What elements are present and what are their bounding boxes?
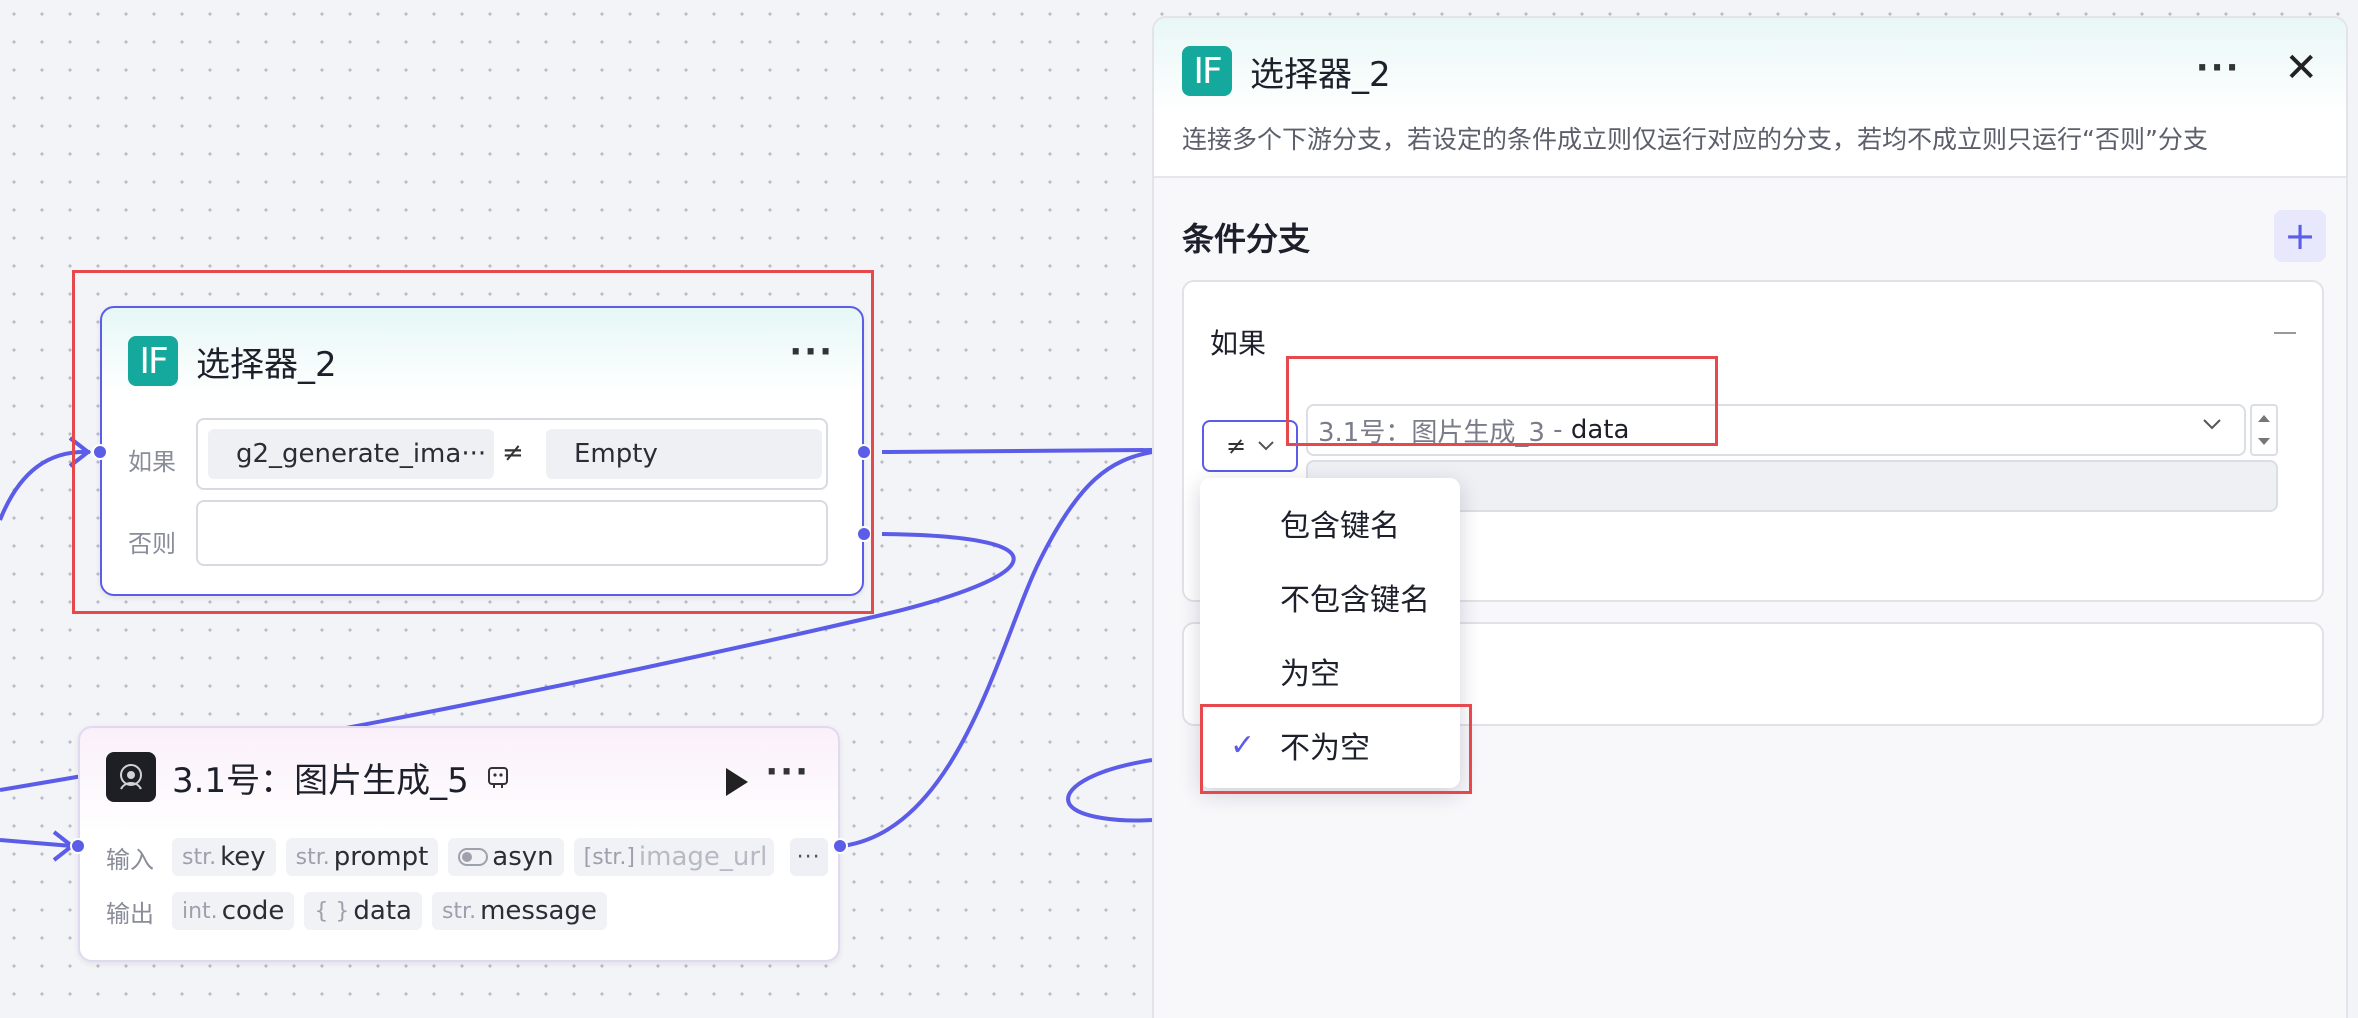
selector-if-port[interactable] [856, 444, 872, 460]
input-tag-prompt: str. prompt [285, 838, 439, 876]
input-tag-key: str. key [172, 838, 276, 876]
edge-if-to-panel [881, 448, 1153, 454]
selector-input-port[interactable] [92, 444, 108, 460]
output-tag-code: int. code [172, 892, 295, 930]
workflow-canvas[interactable]: IF 选择器_2 ··· 如果 g2_generate_ima··· ≠ Emp… [0, 0, 2358, 1018]
dropdown-item-contains-key[interactable]: 包含键名 [1200, 494, 1460, 552]
variable-chevron-down-icon [2203, 419, 2221, 430]
dropdown-item-not-empty[interactable]: ✓ 不为空 [1200, 716, 1460, 774]
input-tag-asyn: asyn [448, 838, 564, 876]
selector-else-port[interactable] [856, 526, 872, 542]
collapse-icon[interactable] [2274, 332, 2296, 334]
panel-if-icon: IF [1182, 46, 1232, 96]
operator-select[interactable]: ≠ [1202, 420, 1298, 472]
panel-title-group: IF 选择器_2 [1182, 46, 1391, 96]
panel-description: 连接多个下游分支，若设定的条件成立则仅运行对应的分支，若均不成立则只运行“否则”… [1182, 125, 2208, 154]
check-icon: ✓ [1230, 727, 1256, 763]
operator-symbol: ≠ [1225, 432, 1247, 460]
image-gen-output-port[interactable] [832, 838, 848, 854]
variable-node-name: 3.1号：图片生成_3 [1318, 417, 1545, 448]
output-row: 输出 int. code { } data str. message [106, 892, 607, 930]
if-condition-box[interactable]: g2_generate_ima··· ≠ Empty [196, 418, 828, 490]
selector-node-title: 选择器_2 [196, 344, 337, 385]
input-row: 输入 str. key str. prompt asyn [str.] image_u… [106, 838, 828, 876]
panel-title[interactable]: 选择器_2 [1250, 47, 1391, 96]
edge-into-gen [0, 838, 73, 848]
output-tag-message: str. message [431, 892, 607, 930]
selector-node[interactable]: IF 选择器_2 ··· 如果 g2_generate_ima··· ≠ Emp… [92, 306, 872, 596]
output-label: 输出 [106, 899, 154, 928]
panel-more-icon[interactable]: ··· [2196, 48, 2241, 88]
condition-value-pill: Empty [546, 429, 822, 479]
stepper-up-icon [2258, 415, 2270, 422]
else-condition-box[interactable] [196, 500, 828, 566]
if-branch-label: 如果 [128, 448, 176, 476]
variable-select[interactable]: 3.1号：图片生成_3 - data [1306, 404, 2246, 456]
edge-arrow-selector [68, 436, 92, 468]
run-icon[interactable] [726, 768, 748, 796]
edge-gen-out [841, 450, 1153, 848]
output-tag-data: { } data [304, 892, 422, 930]
input-label: 输入 [106, 845, 154, 874]
variable-field: data [1570, 415, 1630, 445]
close-icon[interactable]: ✕ [2284, 48, 2318, 88]
operator-dropdown: 包含键名 不包含键名 为空 ✓ 不为空 [1200, 478, 1460, 788]
io-more-icon[interactable]: ··· [789, 838, 828, 876]
input-tag-image-url: [str.] image_url [573, 838, 774, 876]
condition-variable-pill: g2_generate_ima··· [208, 429, 494, 479]
if-card-title: 如果 [1210, 327, 1267, 360]
dropdown-item-not-contains-key[interactable]: 不包含键名 [1200, 568, 1460, 626]
plugin-icon [487, 767, 508, 788]
image-gen-node-title: 3.1号：图片生成_5 [172, 760, 469, 801]
if-icon: IF [128, 336, 178, 386]
edge-into-selector [0, 449, 91, 521]
image-gen-node-header: 3.1号：图片生成_5 [106, 752, 511, 802]
stepper-down-icon [2258, 438, 2270, 445]
selector-node-header: IF 选择器_2 [128, 336, 337, 386]
image-gen-input-port[interactable] [70, 838, 86, 854]
section-title: 条件分支 [1182, 220, 1311, 258]
dropdown-item-not-empty-label: 不为空 [1280, 731, 1370, 766]
panel-actions: ··· ✕ [2196, 48, 2318, 88]
image-gen-node[interactable]: 3.1号：图片生成_5 ··· 输入 str. key str. prompt as… [70, 726, 848, 962]
chevron-down-icon [1258, 441, 1274, 451]
selector-node-more-icon[interactable]: ··· [789, 332, 834, 372]
image-gen-avatar-icon [106, 752, 156, 802]
add-branch-button[interactable]: + [2274, 210, 2326, 262]
not-equal-icon: ≠ [502, 438, 524, 468]
edge-bottom-loop [1066, 758, 1153, 823]
panel-header: IF 选择器_2 ··· ✕ 连接多个下游分支，若设定的条件成立则仅运行对应的分… [1154, 18, 2346, 178]
variable-stepper[interactable] [2250, 404, 2278, 456]
toggle-icon [458, 848, 489, 866]
dropdown-item-is-empty[interactable]: 为空 [1200, 642, 1460, 700]
image-gen-more-icon[interactable]: ··· [765, 752, 810, 792]
else-branch-label: 否则 [128, 530, 176, 558]
variable-separator: - [1544, 415, 1571, 445]
